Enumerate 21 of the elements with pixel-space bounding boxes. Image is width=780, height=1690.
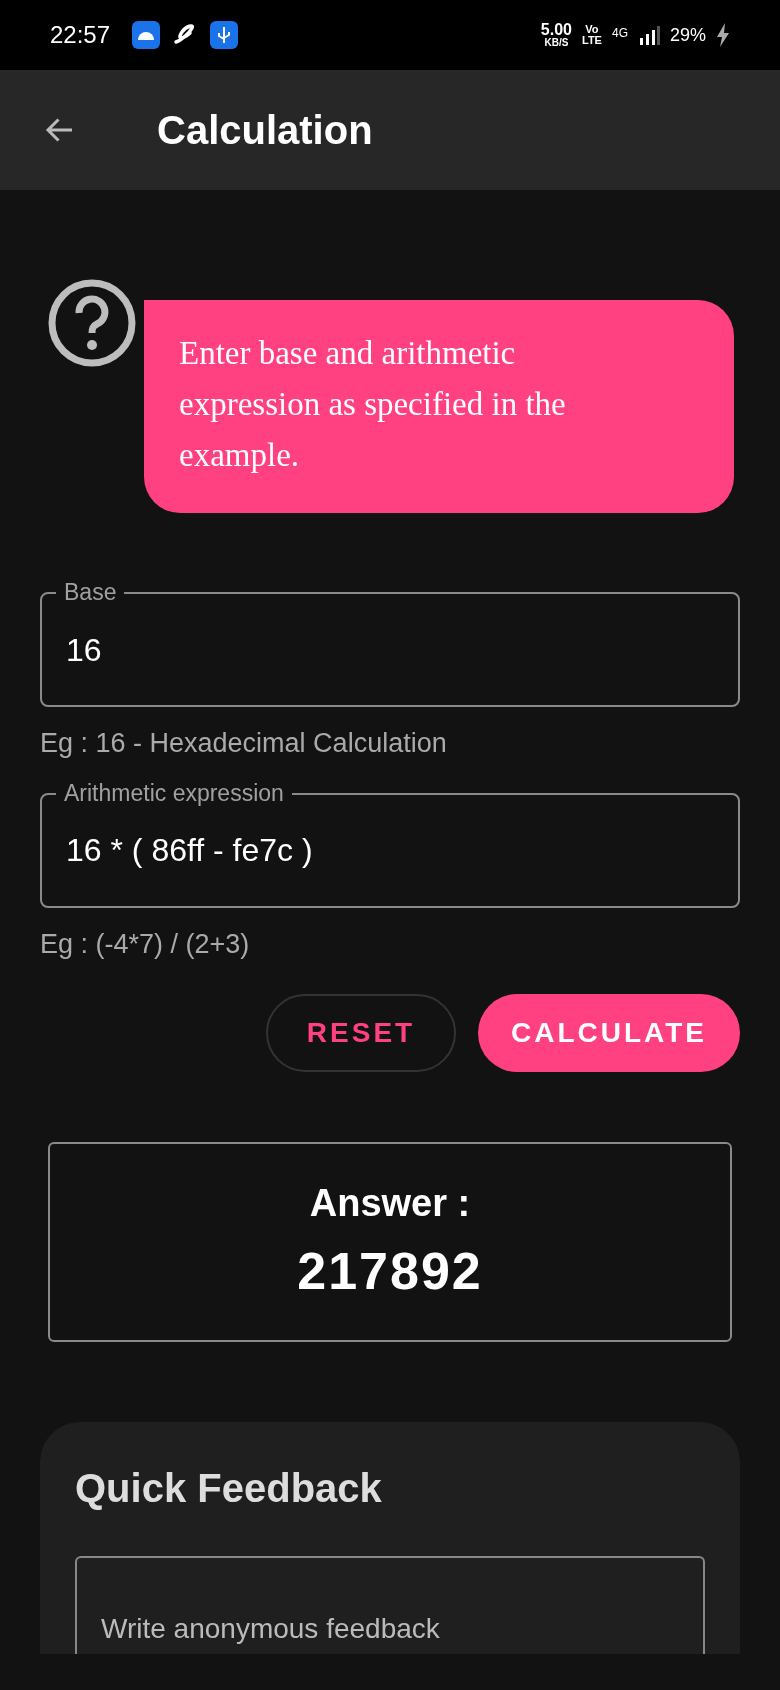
field-value: 16 xyxy=(66,630,102,670)
hint-bubble: Enter base and arithmetic expression as specified in the example. xyxy=(144,300,734,513)
screen-title: Calculation xyxy=(157,107,373,154)
helper-text: Eg : 16 - Hexadecimal Calculation xyxy=(40,727,448,760)
field-value: 16 * ( 86ff - fe7c ) xyxy=(66,831,313,870)
volte-label: Vo xyxy=(585,24,599,35)
net-unit: KB/S xyxy=(544,38,569,48)
feedback-title: Quick Feedback xyxy=(75,1465,383,1512)
help-icon xyxy=(46,277,138,369)
volte-label: LTE xyxy=(582,35,602,46)
answer-label: Answer : xyxy=(309,1180,471,1226)
reset-button[interactable]: RESET xyxy=(266,994,456,1072)
signal-icon xyxy=(637,24,660,46)
charging-icon xyxy=(716,23,730,47)
answer-value: 217892 xyxy=(297,1240,483,1302)
helper-text: Eg : (-4*7) / (2+3) xyxy=(40,927,251,961)
feedback-field[interactable]: Write anonymous feedback xyxy=(75,1556,705,1654)
network-type: 4G xyxy=(611,24,628,42)
net-speed: 5.00 xyxy=(540,22,572,38)
battery-percent: 29% xyxy=(669,23,706,47)
status-time: 22:57 xyxy=(50,20,111,50)
